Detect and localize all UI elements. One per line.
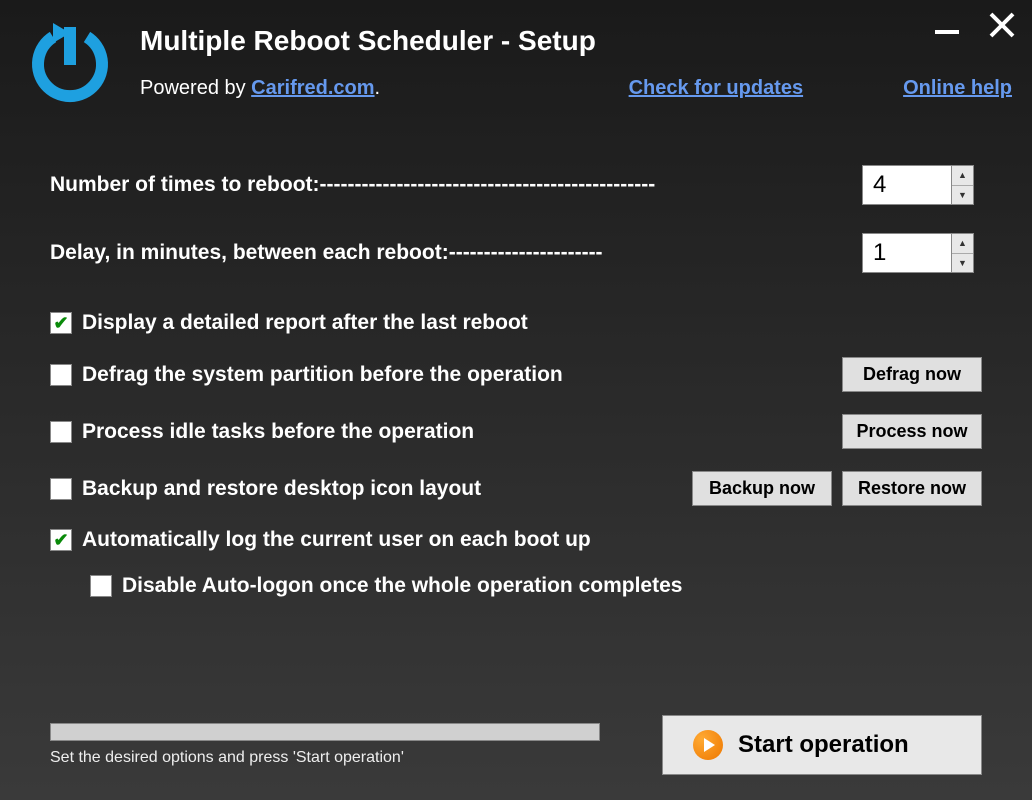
start-operation-button[interactable]: Start operation <box>662 715 982 775</box>
spinner-up-icon[interactable]: ▲ <box>952 166 973 186</box>
process-now-button[interactable]: Process now <box>842 414 982 449</box>
display-report-label: Display a detailed report after the last… <box>82 311 982 335</box>
hint-text: Set the desired options and press 'Start… <box>50 749 632 767</box>
spinner-down-icon[interactable]: ▼ <box>952 186 973 205</box>
defrag-label: Defrag the system partition before the o… <box>82 363 832 387</box>
auto-logon-label: Automatically log the current user on ea… <box>82 528 982 552</box>
disable-auto-checkbox[interactable] <box>90 575 112 597</box>
spinner-up-icon[interactable]: ▲ <box>952 234 973 254</box>
minimize-button[interactable] <box>932 10 962 45</box>
dashes: ----------------------------------------… <box>320 173 842 197</box>
defrag-now-button[interactable]: Defrag now <box>842 357 982 392</box>
powered-by-label: Powered by Carifred.com. <box>140 77 380 100</box>
backup-restore-checkbox[interactable] <box>50 478 72 500</box>
app-title: Multiple Reboot Scheduler - Setup <box>140 25 1012 57</box>
play-icon <box>693 730 723 760</box>
disable-auto-label: Disable Auto-logon once the whole operat… <box>122 574 982 598</box>
start-label: Start operation <box>738 731 909 759</box>
restore-now-button[interactable]: Restore now <box>842 471 982 506</box>
check-updates-link[interactable]: Check for updates <box>629 77 803 100</box>
progress-bar <box>50 723 600 741</box>
auto-logon-checkbox[interactable] <box>50 529 72 551</box>
reboot-count-spinner[interactable]: ▲ ▼ <box>862 165 982 205</box>
reboot-count-label: Number of times to reboot: <box>50 173 320 197</box>
delay-spinner[interactable]: ▲ ▼ <box>862 233 982 273</box>
close-button[interactable] <box>987 10 1017 45</box>
backup-now-button[interactable]: Backup now <box>692 471 832 506</box>
delay-label: Delay, in minutes, between each reboot: <box>50 241 449 265</box>
process-idle-checkbox[interactable] <box>50 421 72 443</box>
carifred-link[interactable]: Carifred.com <box>251 77 374 99</box>
online-help-link[interactable]: Online help <box>903 77 1012 100</box>
process-idle-label: Process idle tasks before the operation <box>82 420 832 444</box>
defrag-checkbox[interactable] <box>50 364 72 386</box>
dashes: ---------------------- <box>449 241 842 265</box>
reboot-count-input[interactable] <box>862 165 952 205</box>
spinner-down-icon[interactable]: ▼ <box>952 254 973 273</box>
app-logo-icon <box>20 15 120 115</box>
display-report-checkbox[interactable] <box>50 312 72 334</box>
backup-restore-label: Backup and restore desktop icon layout <box>82 477 682 501</box>
delay-input[interactable] <box>862 233 952 273</box>
